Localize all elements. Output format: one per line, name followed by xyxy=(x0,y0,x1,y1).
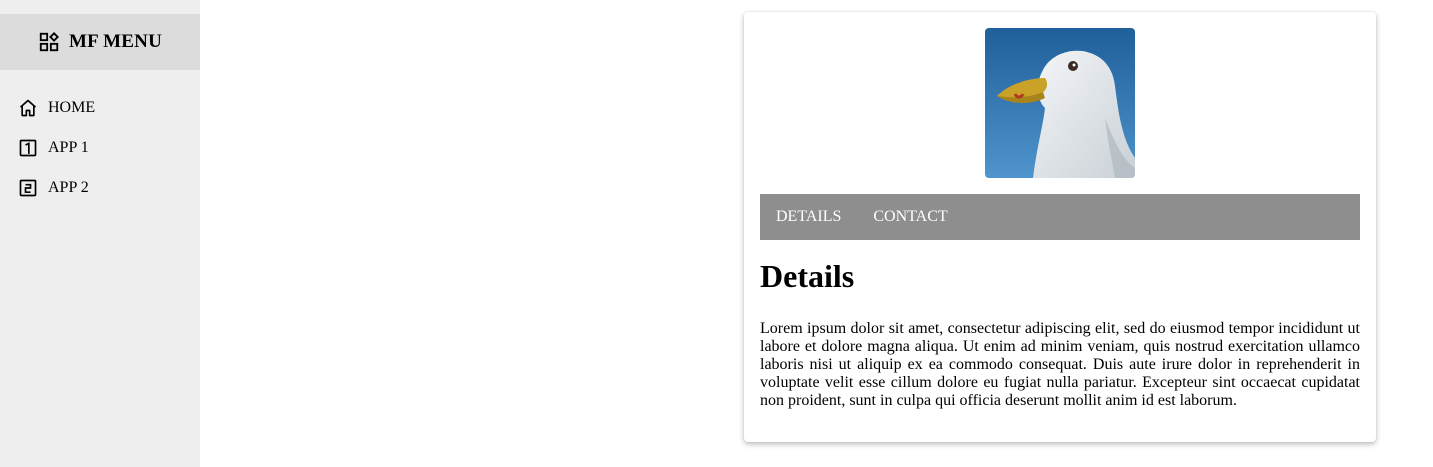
tab-bar: DETAILS CONTACT xyxy=(760,194,1360,240)
seagull-image xyxy=(985,28,1135,178)
dashboard-icon xyxy=(38,31,60,53)
sidebar-nav: HOME APP 1 APP 2 xyxy=(0,88,200,208)
sidebar: MF MENU HOME APP 1 APP 2 xyxy=(0,0,200,467)
sidebar-item-app-1[interactable]: APP 1 xyxy=(0,128,200,168)
section-title: Details xyxy=(760,258,855,294)
tab-contact[interactable]: CONTACT xyxy=(873,208,947,226)
tab-details[interactable]: DETAILS xyxy=(776,208,841,226)
sidebar-item-label: APP 2 xyxy=(48,179,89,196)
profile-card: DETAILS CONTACT Details Lorem ipsum dolo… xyxy=(744,12,1376,442)
home-icon xyxy=(18,98,38,118)
sidebar-item-home[interactable]: HOME xyxy=(0,88,200,128)
sidebar-item-label: HOME xyxy=(48,99,96,116)
details-body-text: Lorem ipsum dolor sit amet, consectetur … xyxy=(760,320,1360,409)
sidebar-item-label: APP 1 xyxy=(48,139,89,156)
box-2-icon xyxy=(18,178,38,198)
sidebar-header: MF MENU xyxy=(0,14,200,70)
box-1-icon xyxy=(18,138,38,158)
sidebar-item-app-2[interactable]: APP 2 xyxy=(0,168,200,208)
sidebar-title: MF MENU xyxy=(68,31,163,52)
